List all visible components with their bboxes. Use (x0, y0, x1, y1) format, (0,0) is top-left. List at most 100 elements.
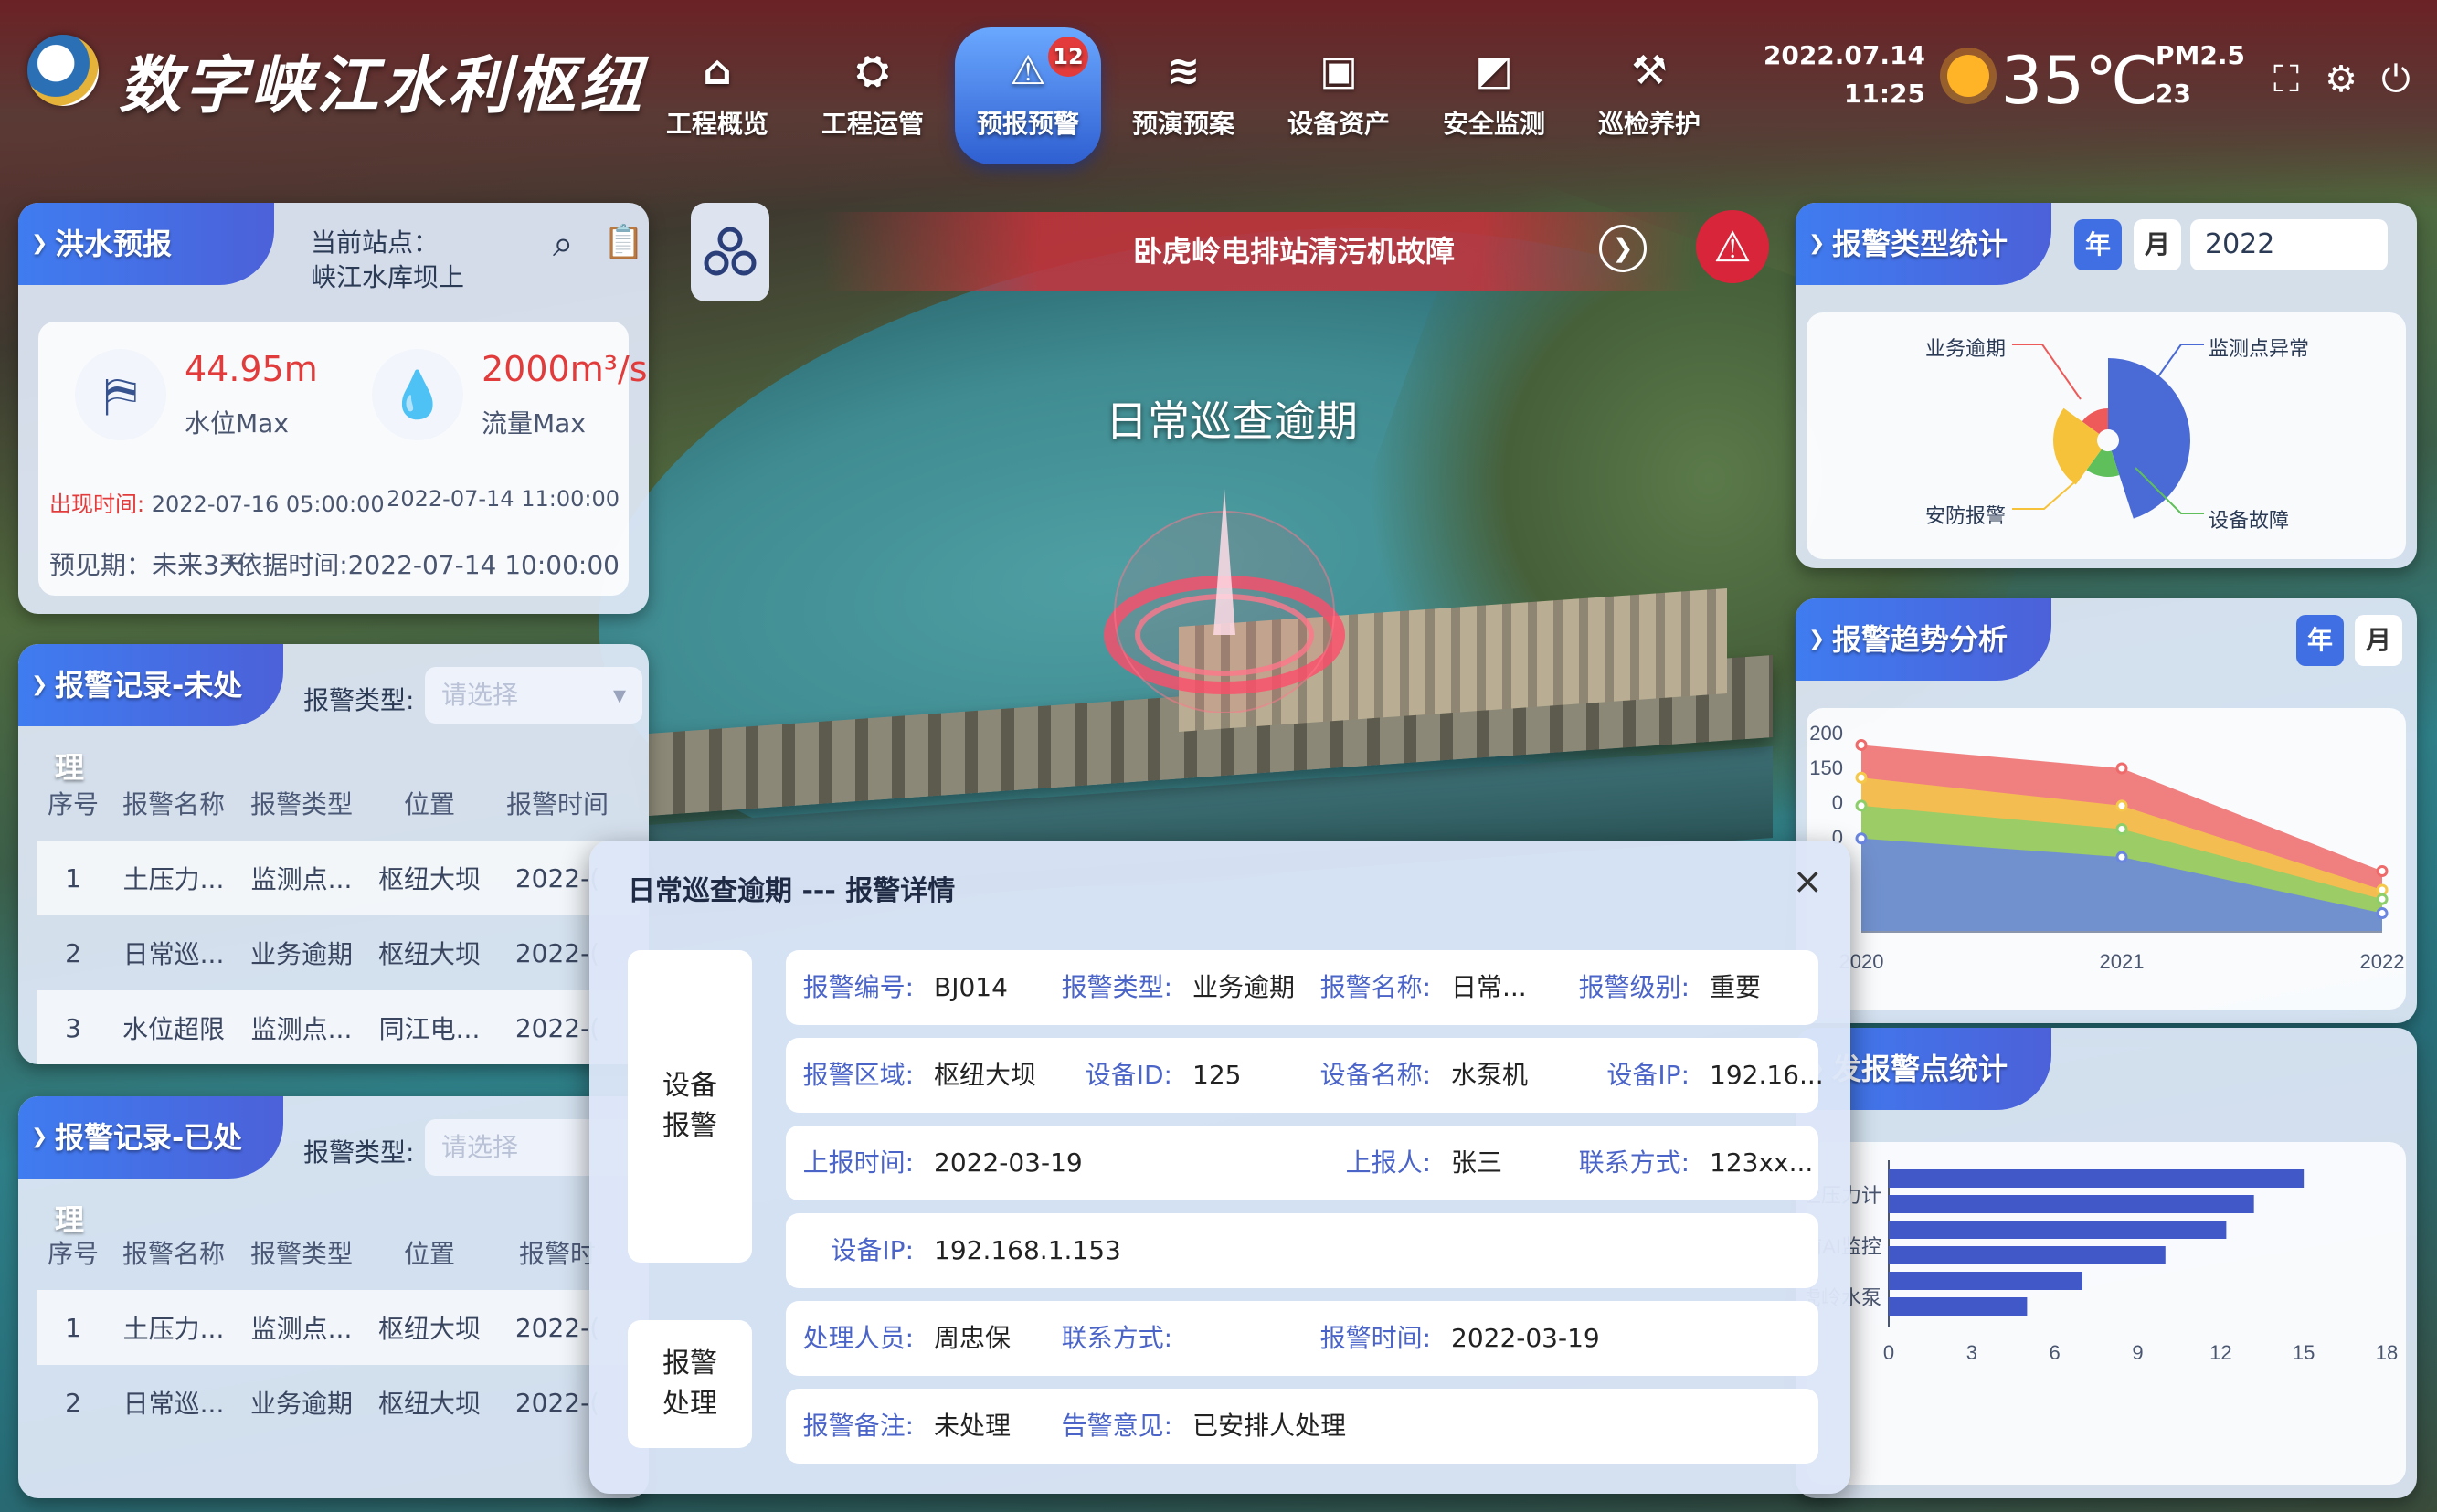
pie-label-business: 业务逾期 (1925, 338, 2007, 361)
cell: 监测点... (250, 1014, 353, 1044)
field-key: 告警意见: (1061, 1411, 1172, 1441)
close-icon[interactable]: × (1792, 861, 1823, 903)
hotspot-bar[interactable] (1889, 1272, 2082, 1290)
datetime: 2022.07.14 11:25 (1764, 37, 1925, 113)
nav-item-overview[interactable]: ⌂ 工程概览 (640, 27, 795, 164)
x-tick-label: 12 (2209, 1341, 2231, 1364)
clipboard-icon[interactable]: 📋 (603, 223, 644, 261)
detail-row-4: 设备IP: 192.168.1.153 (786, 1213, 1818, 1288)
banner-next-icon[interactable]: ❯ (1599, 225, 1647, 272)
area-point[interactable] (2376, 865, 2389, 878)
col-header: 报警名称 (122, 789, 225, 819)
cell: 1 (65, 1312, 81, 1343)
alarm-type-select[interactable]: 请选择 ▾ (425, 667, 642, 724)
col-header: 报警名称 (122, 1239, 225, 1269)
flow-label: 流量Max (482, 408, 586, 439)
table-row[interactable]: 3 水位超限 监测点... 同江电... 2022-( (37, 990, 640, 1064)
nav-item-inspection[interactable]: ⚒ 巡检养护 (1572, 27, 1727, 164)
col-header: 报警时间 (505, 789, 609, 819)
area-point[interactable] (2376, 907, 2389, 920)
filter-label: 报警类型: (303, 1137, 415, 1168)
toggle-month[interactable]: 月 (2134, 219, 2181, 270)
year-select[interactable]: 2022 (2190, 219, 2388, 270)
field-key: 上报时间: (802, 1147, 914, 1178)
x-tick-label: 2021 (2100, 950, 2145, 973)
cell: 枢纽大坝 (377, 1389, 481, 1419)
area-point[interactable] (2376, 893, 2389, 905)
hotspot-bar[interactable] (1889, 1246, 2166, 1264)
toggle-month[interactable]: 月 (2355, 615, 2402, 666)
alarm-banner[interactable]: 卧虎岭电排站清污机故障 ❯ (822, 212, 1700, 291)
flood-metrics-card: ⛿ 44.95m 水位Max 💧 2000m³/s 流量Max 出现时间: 20… (38, 322, 648, 596)
nav-item-device-assets[interactable]: ▣ 设备资产 (1261, 27, 1416, 164)
detail-row-5: 处理人员: 周忠保 联系方式: 报警时间: 2022-03-19 (786, 1301, 1818, 1376)
alarm-handle-tab[interactable]: 报警 处理 (628, 1320, 752, 1448)
table-row[interactable]: 2 日常巡... 业务逾期 枢纽大坝 2022-( (37, 915, 640, 990)
field-key: 报警时间: (1319, 1323, 1431, 1353)
area-point[interactable] (1855, 832, 1868, 845)
area-point[interactable] (2115, 851, 2128, 863)
alert-count-badge: 12 (1048, 37, 1088, 77)
nav-label: 巡检养护 (1597, 109, 1701, 139)
nav-item-operation[interactable]: ⛭ 工程运管 (795, 27, 950, 164)
nav-item-rehearsal[interactable]: ≋ 预演预案 (1106, 27, 1261, 164)
pm25-value: 23 (2156, 79, 2191, 109)
toggle-year[interactable]: 年 (2296, 615, 2344, 666)
table-row[interactable]: 2 日常巡... 业务逾期 枢纽大坝 2022-( (37, 1365, 640, 1440)
field-key: 设备IP: (831, 1235, 914, 1265)
cell: 日常巡... (122, 1389, 225, 1419)
layers-button[interactable] (691, 203, 769, 301)
pie-slice[interactable] (2108, 358, 2190, 519)
col-header: 位置 (403, 1239, 455, 1269)
device-alarm-tab[interactable]: 设备 报警 (628, 950, 752, 1263)
field-key: 报警类型: (1061, 972, 1172, 1002)
field-value: 2022-03-19 (934, 1147, 1083, 1178)
nav-item-safety[interactable]: ◩ 安全监测 (1416, 27, 1572, 164)
table-row[interactable]: 1 土压力... 监测点... 枢纽大坝 2022-( (37, 841, 640, 915)
field-key: 上报人: (1345, 1147, 1431, 1178)
field-value: 125 (1192, 1060, 1242, 1090)
area-point[interactable] (1855, 799, 1868, 812)
toggle-year[interactable]: 年 (2074, 219, 2122, 270)
fullscreen-icon[interactable]: ⛶ (2263, 57, 2309, 102)
nav-item-forecast-alert[interactable]: 12 ⚠ 预报预警 (955, 27, 1101, 164)
pie-label-monitor: 监测点异常 (2209, 338, 2310, 361)
search-icon[interactable]: ⌕ (553, 223, 573, 265)
area-point[interactable] (1855, 771, 1868, 784)
scene-alarm-label: 日常巡查逾期 (1106, 397, 1358, 446)
field-value: 123xx... (1710, 1147, 1814, 1178)
nav-label: 设备资产 (1287, 109, 1390, 139)
alarm-marker[interactable] (1078, 475, 1380, 713)
home-icon: ⌂ (703, 48, 732, 94)
hotspot-bar[interactable] (1889, 1169, 2305, 1188)
field-key: 设备ID: (1085, 1060, 1172, 1090)
area-point[interactable] (2115, 823, 2128, 835)
pie-leader-line (2157, 344, 2204, 377)
power-icon[interactable]: ⏻ (2373, 57, 2419, 102)
cell: 同江电... (378, 1014, 481, 1044)
station-label: 当前站点： (311, 227, 440, 258)
field-value: 张三 (1451, 1147, 1503, 1178)
cell: 日常巡... (122, 939, 225, 969)
warning-triangle-icon[interactable]: ⚠ (1696, 210, 1769, 283)
field-value: 枢纽大坝 (934, 1060, 1037, 1090)
hotspot-bar[interactable] (1889, 1195, 2254, 1213)
settings-icon[interactable]: ⚙ (2318, 57, 2364, 102)
table-row[interactable]: 1 土压力... 监测点... 枢纽大坝 2022-( (37, 1290, 640, 1365)
hotspot-bar[interactable] (1889, 1297, 2028, 1316)
field-key: 报警编号: (802, 972, 914, 1002)
modal-title: 日常巡查逾期 --- 报警详情 (628, 875, 956, 907)
station-name: 峡江水库坝上 (311, 262, 465, 292)
hotspot-bar[interactable] (1889, 1221, 2227, 1239)
col-header: 序号 (47, 1239, 99, 1269)
field-value: 192.16... (1710, 1060, 1824, 1090)
area-point[interactable] (2376, 883, 2389, 896)
area-point[interactable] (2115, 762, 2128, 775)
area-point[interactable] (2115, 799, 2128, 812)
detail-row-3: 上报时间: 2022-03-19 上报人: 张三 联系方式: 123xx... (786, 1126, 1818, 1200)
type-pie-chart (2012, 344, 2204, 519)
cell: 监测点... (250, 1314, 353, 1344)
hotspot-bar-chart: 上压力计前AI监控虎岭水泵0369121518 (1801, 1160, 2398, 1364)
area-point[interactable] (1855, 738, 1868, 751)
field-key: 报警级别: (1578, 972, 1690, 1002)
